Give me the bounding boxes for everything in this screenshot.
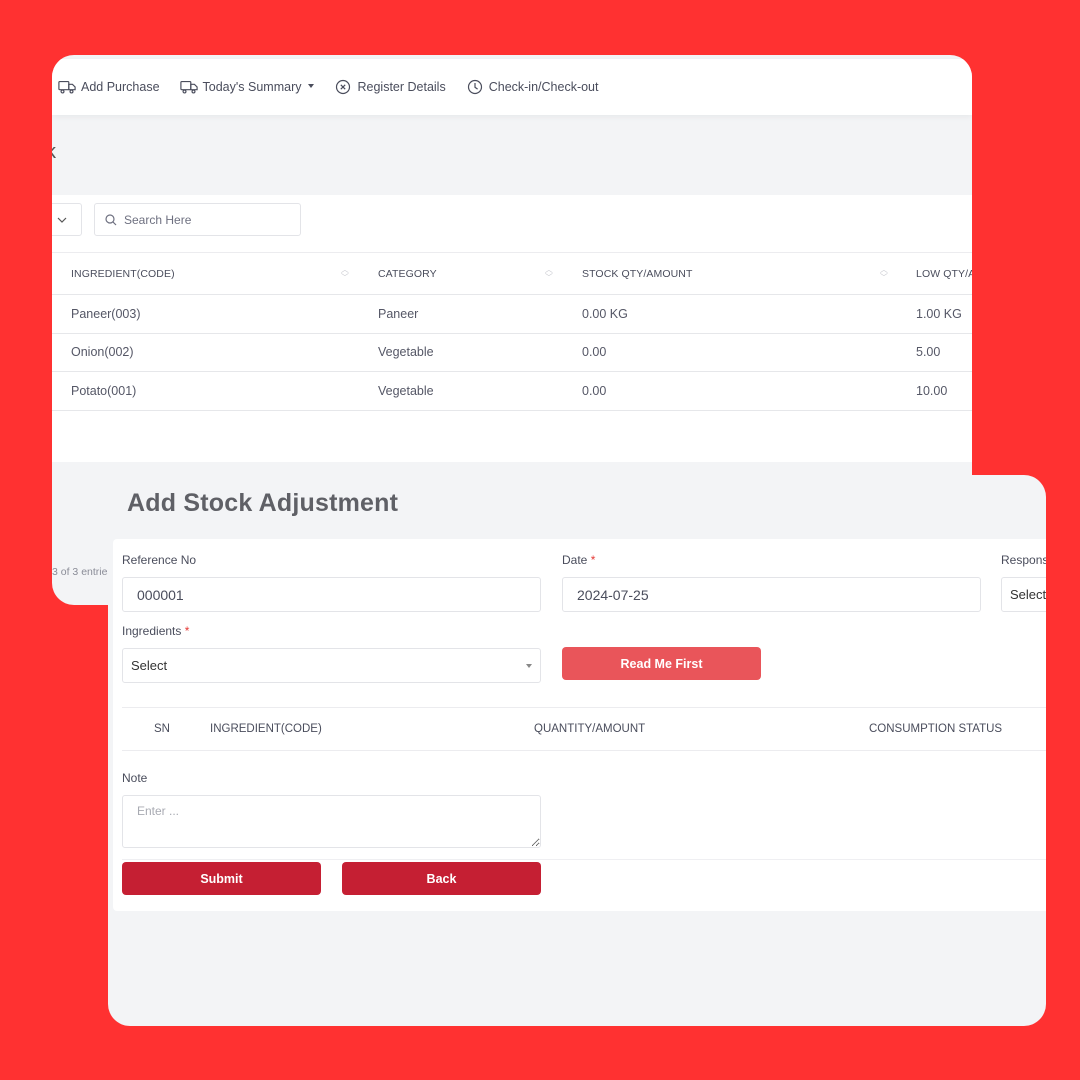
column-header-category[interactable]: CATEGORY ︿ ﹀ xyxy=(359,252,563,295)
nav-label: Check-in/Check-out xyxy=(488,80,599,94)
page-title: Add Stock Adjustment xyxy=(127,489,399,517)
stock-adjustment-window: Add Stock Adjustment Reference No 000001… xyxy=(108,475,1046,1026)
adjustment-form: Reference No 000001 Date * 2024-07-25 Re… xyxy=(113,539,1046,911)
page-title: k xyxy=(52,141,56,164)
label-text: Date xyxy=(562,553,588,567)
table-header-row: INGREDIENT(CODE) ︿ ﹀ CATEGORY ︿ ﹀ STOCK QTY/… xyxy=(52,252,972,295)
items-table-header: SN INGREDIENT(CODE) QUANTITY/AMOUNT CONS… xyxy=(122,707,1046,751)
submit-button[interactable]: Submit xyxy=(122,862,321,895)
field-value: 000001 xyxy=(137,586,184,603)
nav-label: Today's Summary xyxy=(202,80,302,94)
nav-add-purchase[interactable]: Add Purchase xyxy=(58,79,160,95)
label-text: Note xyxy=(122,771,148,785)
category-cell: Paneer xyxy=(359,294,563,334)
column-label: STOCK QTY/AMOUNT xyxy=(582,267,693,280)
stock-table: INGREDIENT(CODE) ︿ ﹀ CATEGORY ︿ ﹀ STOCK QTY/… xyxy=(52,252,972,411)
nav-todays-summary[interactable]: Today's Summary xyxy=(179,79,315,95)
label-text: Ingredients xyxy=(122,624,182,638)
stock-qty-cell: 0.00 xyxy=(563,333,898,372)
column-header-quantity: QUANTITY/AMOUNT xyxy=(534,723,646,735)
back-button[interactable]: Back xyxy=(342,862,541,895)
field-value: Select xyxy=(1010,587,1046,602)
truck-icon xyxy=(58,81,76,94)
sort-icon[interactable]: ︿ ﹀ xyxy=(341,266,349,282)
ingredient-cell: Potato(001) xyxy=(52,371,359,411)
chevron-down-icon xyxy=(57,217,67,223)
reference-no-input[interactable]: 000001 xyxy=(122,577,541,612)
nav-register-details[interactable]: Register Details xyxy=(334,79,446,95)
truck-icon xyxy=(179,81,198,94)
entries-per-page-select[interactable] xyxy=(52,203,82,236)
read-me-first-button[interactable]: Read Me First xyxy=(562,647,761,680)
entries-info: 3 of 3 entries xyxy=(52,566,113,578)
table-row: Paneer(003) Paneer 0.00 KG 1.00 KG xyxy=(52,294,972,334)
table-row: Potato(001) Vegetable 0.00 10.00 xyxy=(52,371,972,411)
label-text: Reference No xyxy=(122,553,197,567)
search-input[interactable] xyxy=(124,212,284,227)
clock-icon xyxy=(467,79,482,95)
stock-list-panel: INGREDIENT(CODE) ︿﹀ CATEGORY ︿﹀ STOCK QTY/… xyxy=(52,195,972,578)
ingredient-cell: Paneer(003) xyxy=(52,294,359,334)
divider xyxy=(122,859,1046,860)
responsible-person-label: Responsible Person xyxy=(1001,553,1046,567)
nav-label: Register Details xyxy=(357,80,446,94)
search-box[interactable] xyxy=(94,203,301,236)
circle-x-icon xyxy=(336,79,351,95)
column-header-sn: SN xyxy=(154,723,170,735)
note-label: Note xyxy=(122,771,147,785)
search-icon xyxy=(105,213,117,225)
nav-check-in-out[interactable]: Check-in/Check-out xyxy=(466,79,599,95)
label-text: Responsible Person xyxy=(1001,553,1046,567)
table-row: Onion(002) Vegetable 0.00 5.00 xyxy=(52,333,972,372)
caret-down-icon xyxy=(308,84,315,88)
caret-down-icon xyxy=(526,663,532,668)
column-header-ingredient[interactable]: INGREDIENT(CODE) ︿ ﹀ xyxy=(52,252,359,295)
stock-qty-cell: 0.00 xyxy=(563,371,898,411)
column-header-consumption-status: CONSUMPTION STATUS xyxy=(869,723,1003,735)
top-navigation: Add Purchase Today's Summary Register De… xyxy=(52,59,972,115)
field-value: Select xyxy=(131,658,168,673)
required-mark: * xyxy=(590,553,596,567)
field-value: 2024-07-25 xyxy=(577,586,649,603)
column-header-ingredient: INGREDIENT(CODE) xyxy=(210,723,322,735)
category-cell: Vegetable xyxy=(359,371,563,411)
column-label: INGREDIENT(CODE) xyxy=(71,267,175,280)
ingredient-cell: Onion(002) xyxy=(52,333,359,372)
date-label: Date * xyxy=(562,553,595,567)
date-input[interactable]: 2024-07-25 xyxy=(562,577,981,612)
column-header-stock-qty[interactable]: STOCK QTY/AMOUNT ︿ ﹀ xyxy=(563,252,898,295)
column-header-low-qty[interactable]: LOW QTY/AMOUNT xyxy=(898,252,972,295)
low-qty-cell: 5.00 xyxy=(898,333,972,372)
low-qty-cell: 10.00 xyxy=(898,371,972,411)
column-label: LOW QTY/AMOUNT xyxy=(916,267,972,280)
stock-qty-cell: 0.00 KG xyxy=(563,294,898,334)
responsible-person-select[interactable]: Select xyxy=(1001,577,1046,612)
category-cell: Vegetable xyxy=(359,333,563,372)
sort-icon[interactable]: ︿ ﹀ xyxy=(880,266,888,282)
note-textarea[interactable] xyxy=(122,795,541,848)
nav-label: Add Purchase xyxy=(81,80,160,94)
ingredients-select[interactable]: Select xyxy=(122,648,541,683)
ingredients-label: Ingredients * xyxy=(122,624,189,638)
sort-icon[interactable]: ︿ ﹀ xyxy=(545,266,553,282)
low-qty-cell: 1.00 KG xyxy=(898,294,972,334)
reference-label: Reference No xyxy=(122,553,196,567)
column-label: CATEGORY xyxy=(378,267,437,280)
required-mark: * xyxy=(184,624,190,638)
